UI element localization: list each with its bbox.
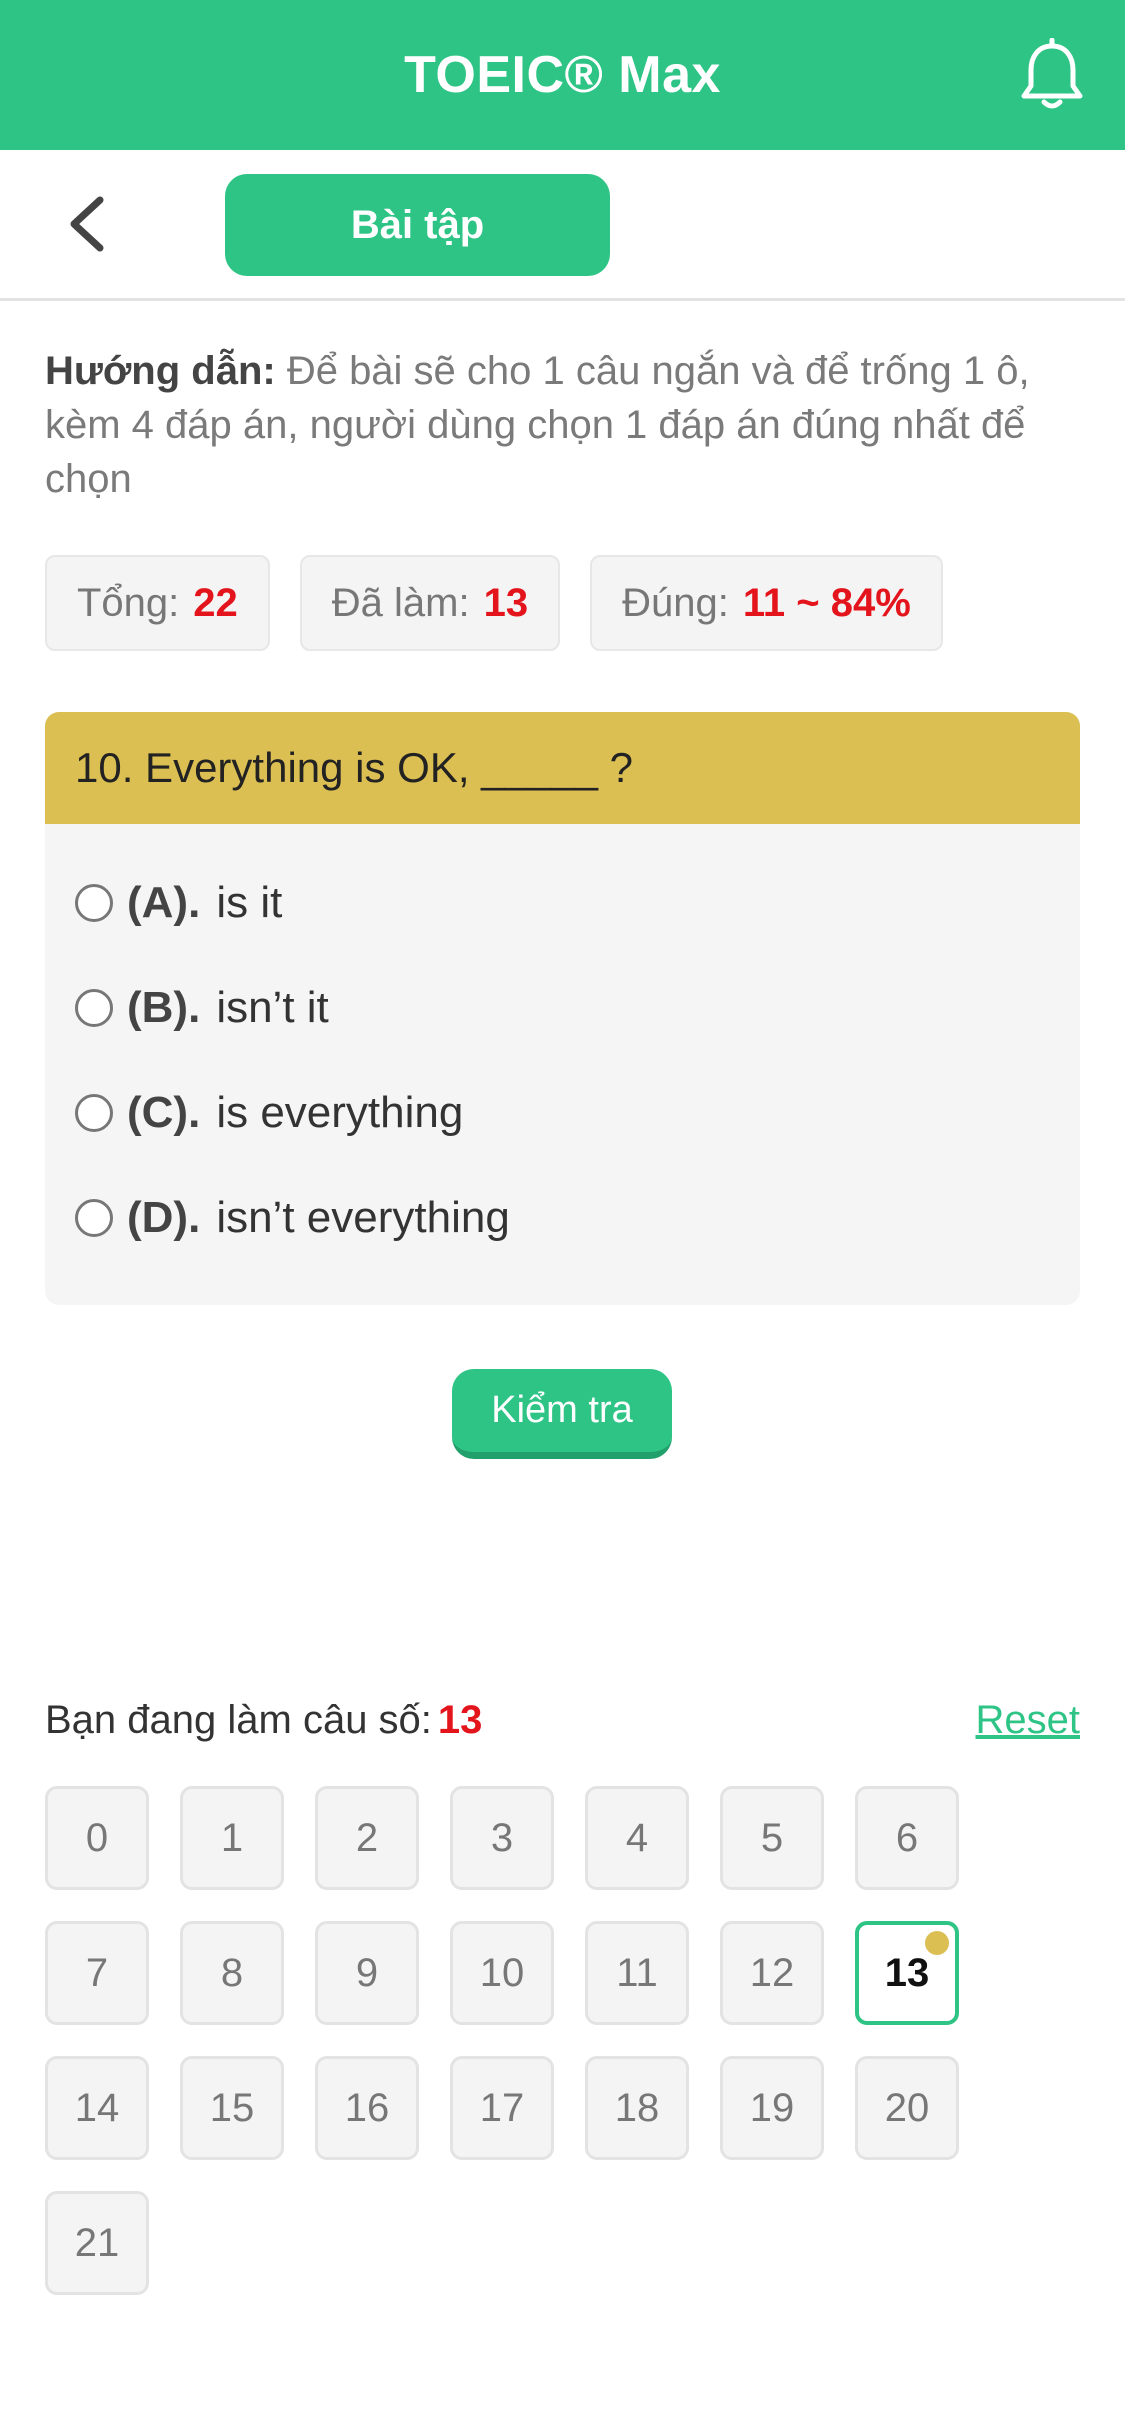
- stats-bar: Tổng: 22 Đã làm: 13 Đúng: 11 ~ 84%: [45, 555, 943, 651]
- sub-navigation: Bài tập: [0, 150, 1125, 301]
- question-number-button[interactable]: 2: [315, 1786, 419, 1890]
- option-letter: (D).: [127, 1192, 201, 1242]
- exercise-tab-button[interactable]: Bài tập: [225, 174, 610, 276]
- question-number-button[interactable]: 20: [855, 2056, 959, 2160]
- current-question-label: Bạn đang làm câu số: 13: [45, 1698, 482, 1743]
- option-letter: (B).: [127, 982, 201, 1032]
- stat-correct-value: 11 ~ 84%: [742, 580, 911, 625]
- check-button[interactable]: Kiểm tra: [452, 1369, 672, 1459]
- current-question-number: 13: [437, 1698, 483, 1742]
- option-text: isn’t everything: [216, 1192, 510, 1242]
- answer-options: (A). is it (B). isn’t it (C). is everyth…: [45, 824, 1080, 1270]
- radio-button-icon[interactable]: [75, 1198, 113, 1237]
- question-number-button[interactable]: 16: [315, 2056, 419, 2160]
- stat-done: Đã làm: 13: [299, 555, 561, 651]
- option-a[interactable]: (A). is it: [45, 850, 1080, 955]
- question-number-button[interactable]: 8: [180, 1921, 284, 2025]
- stat-done-value: 13: [483, 580, 529, 625]
- bell-icon[interactable]: [1017, 38, 1087, 112]
- question-number-button[interactable]: 4: [585, 1786, 689, 1890]
- question-number-button[interactable]: 10: [450, 1921, 554, 2025]
- question-text: 10. Everything is OK, _____ ?: [45, 712, 1080, 824]
- stat-total: Tổng: 22: [45, 555, 270, 651]
- reset-link[interactable]: Reset: [976, 1698, 1081, 1743]
- option-d[interactable]: (D). isn’t everything: [45, 1165, 1080, 1270]
- question-number-button[interactable]: 18: [585, 2056, 689, 2160]
- question-number-button[interactable]: 5: [720, 1786, 824, 1890]
- question-number-button[interactable]: 19: [720, 2056, 824, 2160]
- current-indicator-dot: [925, 1931, 949, 1955]
- question-number-button[interactable]: 11: [585, 1921, 689, 2025]
- instructions-label: Hướng dẫn:: [45, 349, 276, 393]
- option-c[interactable]: (C). is everything: [45, 1060, 1080, 1165]
- question-number-button[interactable]: 3: [450, 1786, 554, 1890]
- instructions: Hướng dẫn: Để bài sẽ cho 1 câu ngắn và đ…: [45, 344, 1085, 506]
- question-number-button[interactable]: 0: [45, 1786, 149, 1890]
- stat-total-value: 22: [193, 580, 238, 625]
- option-text: is it: [216, 877, 283, 927]
- question-number-button[interactable]: 21: [45, 2191, 149, 2295]
- question-number-button[interactable]: 15: [180, 2056, 284, 2160]
- radio-button-icon[interactable]: [75, 1093, 113, 1132]
- question-number-grid: 0 1 2 3 4 5 6 7 8 9 10 11 12 13 14 15 16 17 18 19 20 21: [45, 1786, 1045, 2295]
- option-letter: (C).: [127, 1087, 201, 1137]
- question-number-button[interactable]: 13: [855, 1921, 959, 2025]
- back-arrow-icon[interactable]: [58, 194, 118, 254]
- option-b[interactable]: (B). isn’t it: [45, 955, 1080, 1060]
- question-card: 10. Everything is OK, _____ ? (A). is it…: [45, 712, 1080, 1305]
- question-number-button[interactable]: 9: [315, 1921, 419, 2025]
- stat-total-label: Tổng:: [77, 580, 180, 625]
- option-text: isn’t it: [216, 982, 329, 1032]
- question-number-button[interactable]: 14: [45, 2056, 149, 2160]
- question-number-button[interactable]: 7: [45, 1921, 149, 2025]
- app-title: TOEIC® Max: [404, 46, 721, 104]
- radio-button-icon[interactable]: [75, 883, 113, 922]
- current-question-text: Bạn đang làm câu số:: [45, 1698, 432, 1742]
- question-number-button[interactable]: 17: [450, 2056, 554, 2160]
- option-text: is everything: [216, 1087, 464, 1137]
- option-letter: (A).: [127, 877, 201, 927]
- radio-button-icon[interactable]: [75, 988, 113, 1027]
- stat-correct-label: Đúng:: [622, 580, 729, 625]
- app-header: TOEIC® Max: [0, 0, 1125, 150]
- question-number-button[interactable]: 1: [180, 1786, 284, 1890]
- stat-correct: Đúng: 11 ~ 84%: [590, 555, 943, 651]
- question-number-button[interactable]: 6: [855, 1786, 959, 1890]
- question-number-button[interactable]: 12: [720, 1921, 824, 2025]
- stat-done-label: Đã làm:: [331, 580, 470, 625]
